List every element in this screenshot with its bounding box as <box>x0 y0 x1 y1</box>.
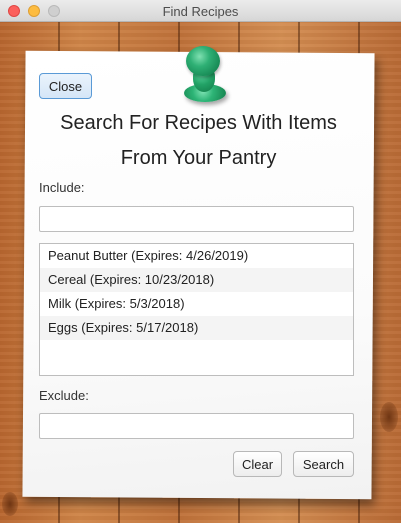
include-label: Include: <box>39 180 85 195</box>
window-title: Find Recipes <box>162 4 239 19</box>
list-item[interactable]: Peanut Butter (Expires: 4/26/2019) <box>40 244 353 268</box>
pantry-items-list[interactable]: Peanut Butter (Expires: 4/26/2019) Cerea… <box>39 243 354 376</box>
push-pin-head <box>186 46 220 76</box>
search-button[interactable]: Search <box>293 451 354 477</box>
clear-button[interactable]: Clear <box>233 451 282 477</box>
page-title-line-2: From Your Pantry <box>120 147 277 169</box>
exclude-label: Exclude: <box>39 388 89 403</box>
include-input[interactable] <box>39 206 354 232</box>
list-item[interactable]: Cereal (Expires: 10/23/2018) <box>40 268 353 292</box>
window-title-bar: Find Recipes <box>0 0 401 22</box>
page-title-line-1: Search For Recipes With Items <box>60 112 337 134</box>
wood-knot <box>380 402 398 432</box>
wood-knot <box>2 492 18 516</box>
close-button[interactable]: Close <box>39 73 92 99</box>
exclude-input[interactable] <box>39 413 354 439</box>
list-item[interactable]: Milk (Expires: 5/3/2018) <box>40 292 353 316</box>
list-item[interactable]: Eggs (Expires: 5/17/2018) <box>40 316 353 340</box>
